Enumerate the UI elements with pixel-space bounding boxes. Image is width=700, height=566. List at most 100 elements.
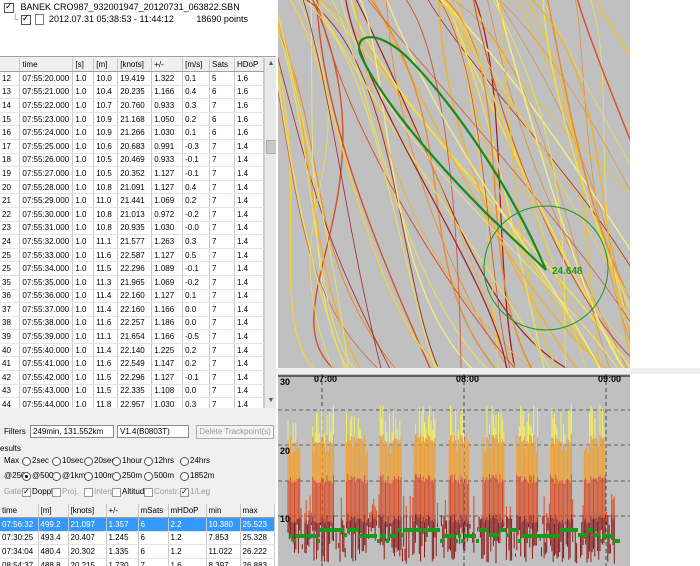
satellite-marker — [491, 533, 494, 537]
grid-col-header[interactable]: time — [19, 58, 74, 72]
grid-col-header[interactable]: [s] — [72, 58, 95, 72]
option-radio[interactable] — [84, 457, 93, 466]
file-checkbox[interactable] — [4, 1, 14, 13]
satellite-marker — [359, 534, 362, 538]
option-radio[interactable] — [52, 472, 61, 481]
grid-col-header[interactable]: [m/s] — [182, 58, 211, 72]
filter-range-field[interactable]: 249min, 131.552km — [30, 425, 114, 438]
option-radio[interactable] — [180, 472, 189, 481]
trackpoint-grid[interactable]: time [s] [m] [knots] +/- [m/s] Sats HDoP 12 07:5… — [0, 58, 264, 408]
grid-col-header[interactable]: [m] — [93, 58, 119, 72]
scroll-down-arrow-icon[interactable]: ▼ — [266, 396, 276, 406]
grid-row[interactable]: 37 07:55:37.000 1.0 11.4 22.160 1.166 0.0 7 1.4 — [0, 302, 264, 317]
option-radio[interactable] — [112, 457, 121, 466]
grid-row[interactable]: 24 07:55:32.000 1.0 11.1 21.577 1.263 0.3 7 1.4 — [0, 234, 264, 249]
grid-cell: 1.0 — [72, 125, 95, 140]
satellite-marker — [308, 534, 311, 538]
grid-row[interactable]: 39 07:55:39.000 1.0 11.1 21.654 1.166 -0.5 7 1.4 — [0, 329, 264, 344]
results-row[interactable]: 07:30:25 493.4 20.407 1.245 6 1.2 7.853 25.328 — [0, 531, 275, 546]
results-col-header[interactable]: [knots] — [68, 504, 107, 518]
grid-row[interactable]: 19 07:55:27.000 1.0 10.5 20.352 1.127 -0.1 7 1.4 — [0, 166, 264, 181]
grid-col-header[interactable] — [0, 58, 21, 72]
results-grid[interactable]: time [m] [knots] +/- mSats mHDoP min max 07:56:… — [0, 504, 276, 566]
option-checkbox[interactable] — [84, 488, 93, 497]
satellite-marker — [410, 528, 413, 532]
results-col-header[interactable]: mHDoP — [168, 504, 207, 518]
grid-cell: 1.4 — [234, 153, 264, 168]
grid-col-header[interactable]: HDoP — [234, 58, 264, 72]
grid-row[interactable]: 16 07:55:24.000 1.0 10.9 21.266 1.030 0.1 6 1.6 — [0, 125, 264, 140]
results-col-header[interactable]: min — [206, 504, 241, 518]
option-radio[interactable] — [84, 472, 93, 481]
option-radio[interactable] — [144, 472, 153, 481]
graph-canvas[interactable]: 07:00 08:00 09:00 30 20 10 — [278, 374, 630, 566]
tree-session-node[interactable]: └ 2012.07.31 05:38:53 - 11:44:12 18690 p… — [12, 13, 248, 26]
results-row[interactable]: 08:54:37 488.8 20.215 1.730 7 1.6 8.397 26.883 — [0, 558, 275, 566]
grid-row[interactable]: 36 07:55:36.000 1.0 11.4 22.160 1.127 0.1 7 1.4 — [0, 289, 264, 304]
map-canvas[interactable]: 24.648 — [278, 0, 630, 368]
option-checkbox[interactable] — [144, 488, 153, 497]
option-radio[interactable] — [22, 472, 31, 481]
grid-row[interactable]: 44 07:55:44.000 1.0 11.8 22.957 1.030 0.3 7 1.4 — [0, 397, 264, 408]
scroll-up-arrow-icon[interactable]: ▲ — [266, 59, 276, 69]
grid-cell: 10.9 — [93, 112, 119, 127]
grid-row[interactable]: 41 07:55:41.000 1.0 11.6 22.549 1.147 0.2 7 1.4 — [0, 356, 264, 372]
grid-row[interactable]: 35 07:55:35.000 1.0 11.3 21.965 1.069 -0.2 7 1.4 — [0, 275, 264, 290]
delete-trackpoints-button[interactable]: Delete Trackpoint(s) — [196, 425, 274, 439]
grid-cell: 1.030 — [151, 397, 184, 408]
results-col-header[interactable]: +/- — [106, 504, 139, 518]
option-radio[interactable] — [22, 457, 31, 466]
results-col-header[interactable]: mSats — [138, 504, 169, 518]
speed-graph[interactable]: 07:00 08:00 09:00 30 20 10 — [278, 374, 630, 566]
option-radio[interactable] — [52, 457, 61, 466]
option-checkbox[interactable] — [112, 488, 121, 497]
satellite-marker — [422, 528, 425, 532]
scroll-thumb[interactable] — [266, 140, 276, 154]
grid-row[interactable]: 14 07:55:22.000 1.0 10.7 20.760 0.933 0.3 7 1.6 — [0, 98, 264, 113]
grid-row[interactable]: 38 07:55:38.000 1.0 11.6 22.257 1.186 0.0 7 1.4 — [0, 316, 264, 331]
grid-col-header[interactable]: +/- — [151, 58, 184, 72]
grid-row[interactable]: 13 07:55:21.000 1.0 10.4 20.235 1.166 0.4 6 1.6 — [0, 85, 264, 100]
satellite-marker — [437, 528, 440, 532]
results-col-header[interactable]: [m] — [38, 504, 69, 518]
results-col-header[interactable]: max — [240, 504, 275, 518]
track-map[interactable]: 24.648 — [278, 0, 630, 368]
grid-cell: 1.030 — [151, 125, 184, 140]
grid-scrollbar[interactable]: ▲ ▼ — [264, 58, 276, 408]
grid-cell: 07:55:28.000 — [19, 180, 74, 195]
results-row[interactable]: 07:34:04 480.4 20.302 1.335 6 1.2 11.022 26.222 — [0, 544, 275, 559]
grid-row[interactable]: 25 07:55:33.000 1.0 11.6 22.587 1.127 0.5 7 1.4 — [0, 248, 264, 263]
results-row[interactable]: 07:56:32 499.2 21.097 1.357 6 2.2 10.380 25.523 — [0, 517, 275, 532]
grid-row[interactable]: 21 07:55:29.000 1.0 11.0 21.441 1.069 0.2 7 1.4 — [0, 193, 264, 208]
grid-row[interactable]: 43 07:55:43.000 1.0 11.5 22.335 1.108 0.0 7 1.4 — [0, 384, 264, 399]
grid-cell: 1.4 — [234, 234, 264, 249]
grid-row[interactable]: 18 07:55:26.000 1.0 10.5 20.469 0.933 -0.1 7 1.4 — [0, 153, 264, 168]
grid-row[interactable]: 12 07:55:20.000 1.0 10.0 19.419 1.322 0.1 5 1.6 — [0, 71, 264, 86]
option-checkbox[interactable] — [22, 487, 31, 497]
grid-row[interactable]: 40 07:55:40.000 1.0 11.4 22.140 1.225 0.2 7 1.4 — [0, 343, 264, 358]
option-radio[interactable] — [112, 472, 121, 481]
option-radio[interactable] — [144, 457, 153, 466]
option-checkbox[interactable] — [52, 488, 61, 497]
satellite-marker — [494, 533, 497, 537]
satellite-marker — [539, 534, 542, 538]
grid-col-header[interactable]: [knots] — [117, 58, 153, 72]
grid-row[interactable]: 22 07:55:30.000 1.0 10.8 21.013 0.972 -0.2 7 1.4 — [0, 207, 264, 222]
grid-row[interactable]: 20 07:55:28.000 1.0 10.8 21.091 1.127 0.4 7 1.4 — [0, 180, 264, 195]
grid-cell: 11.5 — [93, 384, 119, 399]
option-radio[interactable] — [180, 457, 189, 466]
grid-col-header[interactable]: Sats — [209, 58, 235, 72]
grid-cell: 14 — [0, 98, 21, 113]
satellite-marker — [401, 533, 404, 537]
session-checkbox[interactable] — [20, 13, 31, 25]
option-checkbox[interactable] — [180, 487, 189, 497]
version-field[interactable]: V1.4(B0803T) — [117, 425, 189, 438]
tree-file-node[interactable]: BANEK CRO987_932001947_20120731_063822.S… — [4, 1, 240, 13]
satellite-marker — [527, 534, 530, 538]
grid-row[interactable]: 15 07:55:23.000 1.0 10.9 21.168 1.050 0.2 6 1.6 — [0, 112, 264, 127]
results-col-header[interactable]: time — [0, 504, 39, 518]
grid-row[interactable]: 25 07:55:34.000 1.0 11.5 22.296 1.089 -0.1 7 1.4 — [0, 261, 264, 276]
grid-row[interactable]: 42 07:55:42.000 1.0 11.5 22.296 1.127 -0.1 7 1.4 — [0, 370, 264, 385]
grid-row[interactable]: 17 07:55:25.000 1.0 10.6 20.683 0.991 -0.3 7 1.4 — [0, 139, 264, 154]
grid-row[interactable]: 23 07:55:31.000 1.0 10.8 20.935 1.030 -0.0 7 1.4 — [0, 221, 264, 236]
